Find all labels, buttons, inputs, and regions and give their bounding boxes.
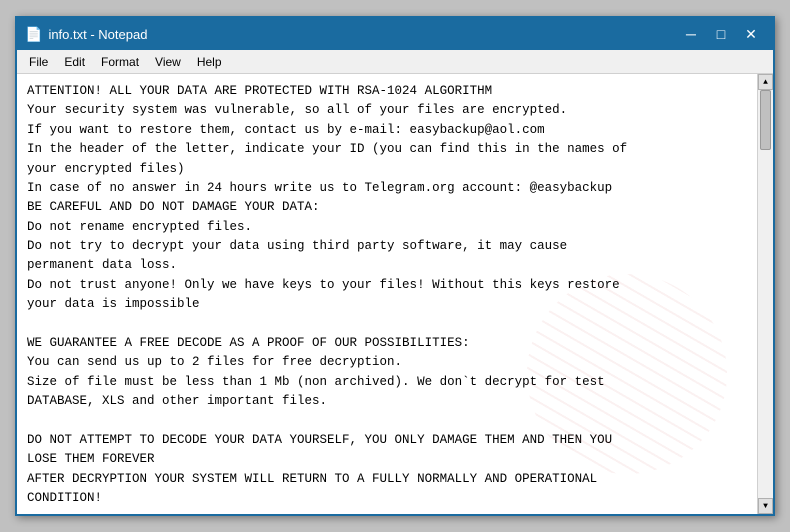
text-editor[interactable]: ATTENTION! ALL YOUR DATA ARE PROTECTED W…	[17, 74, 757, 514]
close-button[interactable]: ✕	[737, 23, 765, 45]
scroll-up-button[interactable]: ▲	[758, 74, 773, 90]
vertical-scrollbar[interactable]: ▲ ▼	[757, 74, 773, 514]
menu-bar: FileEditFormatViewHelp	[17, 50, 773, 74]
menu-item-format[interactable]: Format	[93, 53, 147, 71]
window-title: info.txt - Notepad	[48, 27, 677, 42]
menu-item-file[interactable]: File	[21, 53, 56, 71]
menu-item-help[interactable]: Help	[189, 53, 230, 71]
minimize-button[interactable]: ─	[677, 23, 705, 45]
content-area: ATTENTION! ALL YOUR DATA ARE PROTECTED W…	[17, 74, 773, 514]
scroll-down-button[interactable]: ▼	[758, 498, 773, 514]
scroll-track[interactable]	[758, 90, 773, 498]
menu-item-view[interactable]: View	[147, 53, 189, 71]
title-bar: 📄 info.txt - Notepad ─ □ ✕	[17, 18, 773, 50]
notepad-window: 📄 info.txt - Notepad ─ □ ✕ FileEditForma…	[15, 16, 775, 516]
window-controls: ─ □ ✕	[677, 23, 765, 45]
window-icon: 📄	[25, 26, 42, 43]
scroll-thumb[interactable]	[760, 90, 771, 150]
maximize-button[interactable]: □	[707, 23, 735, 45]
menu-item-edit[interactable]: Edit	[56, 53, 93, 71]
